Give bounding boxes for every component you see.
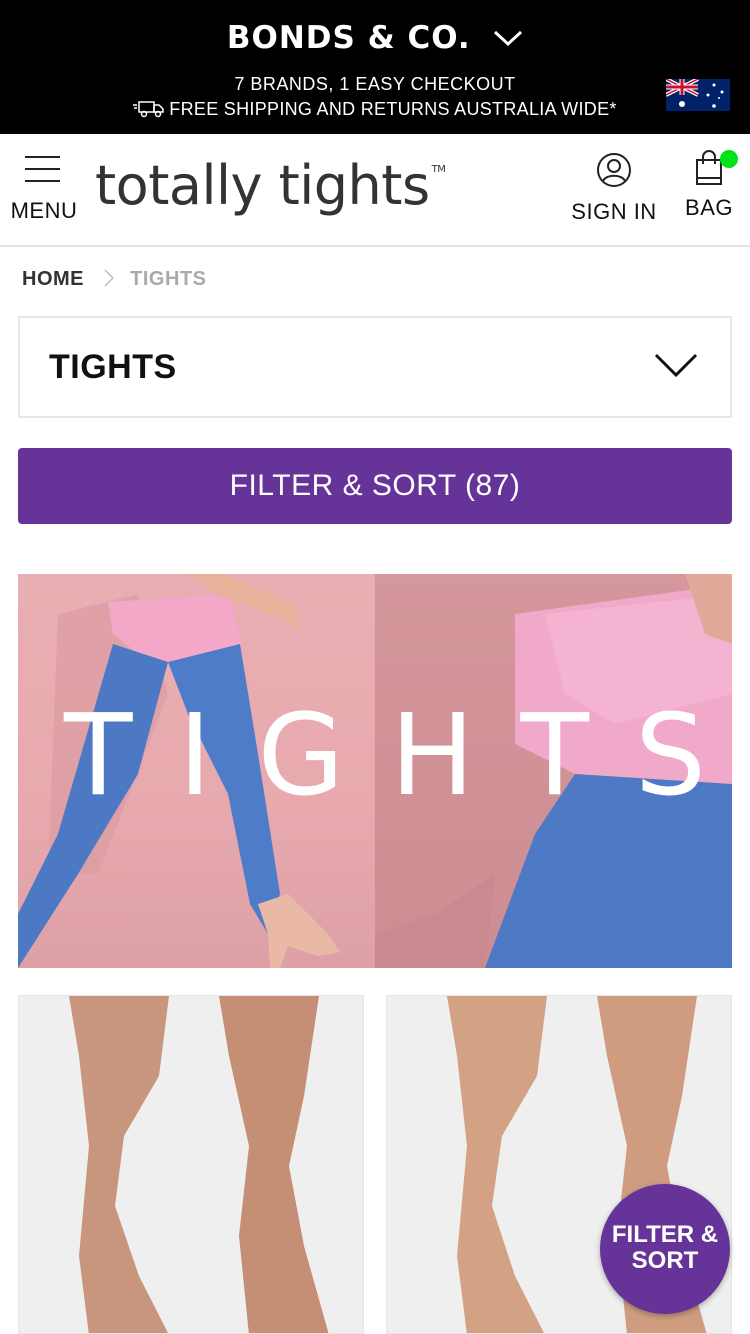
breadcrumb-home[interactable]: HOME (22, 268, 84, 290)
chevron-down-icon (494, 30, 523, 47)
category-banner: TIGHTS (18, 574, 732, 968)
menu-button[interactable]: MENU (10, 154, 78, 226)
product-image (69, 996, 329, 1333)
sign-in-label: SIGN IN (571, 199, 657, 224)
chevron-right-icon (104, 269, 115, 287)
fab-line2: SORT (631, 1247, 699, 1274)
breadcrumb: HOME TIGHTS (22, 268, 206, 291)
brand-switcher[interactable]: BONDS & CO. (0, 20, 750, 56)
bag-button[interactable]: BAG (680, 150, 738, 221)
floating-filter-button[interactable]: FILTER & SORT (600, 1184, 730, 1314)
promo-tagline: 7 BRANDS, 1 EASY CHECKOUT (234, 74, 516, 94)
site-header: MENU totally tights TM SIGN IN BAG (0, 134, 750, 247)
category-select[interactable]: TIGHTS (18, 316, 732, 418)
banner-title: TIGHTS (64, 691, 732, 821)
hamburger-icon (6, 154, 78, 182)
user-icon (597, 153, 631, 187)
australia-flag-icon[interactable] (666, 79, 730, 111)
brand-logo: BONDS & CO. (226, 20, 471, 56)
shipping-text: FREE SHIPPING AND RETURNS AUSTRALIA WIDE… (169, 99, 617, 119)
bag-indicator (720, 150, 738, 168)
trademark: TM (431, 164, 446, 175)
category-selected: TIGHTS (49, 348, 177, 386)
logo-text: totally tights (95, 154, 430, 217)
top-banner: BONDS & CO. 7 BRANDS, 1 EASY CHECKOUT FR… (0, 0, 750, 134)
menu-label: MENU (10, 198, 78, 223)
fab-line1: FILTER & (611, 1221, 719, 1248)
product-card[interactable] (18, 995, 364, 1334)
bag-label: BAG (685, 195, 733, 220)
truck-icon (133, 101, 165, 118)
promo-shipping: FREE SHIPPING AND RETURNS AUSTRALIA WIDE… (0, 99, 750, 120)
chevron-down-icon (654, 353, 698, 378)
site-logo[interactable]: totally tights TM (95, 154, 446, 217)
filter-sort-button[interactable]: FILTER & SORT (87) (18, 448, 732, 524)
breadcrumb-current: TIGHTS (130, 268, 207, 290)
sign-in-button[interactable]: SIGN IN (568, 152, 660, 225)
